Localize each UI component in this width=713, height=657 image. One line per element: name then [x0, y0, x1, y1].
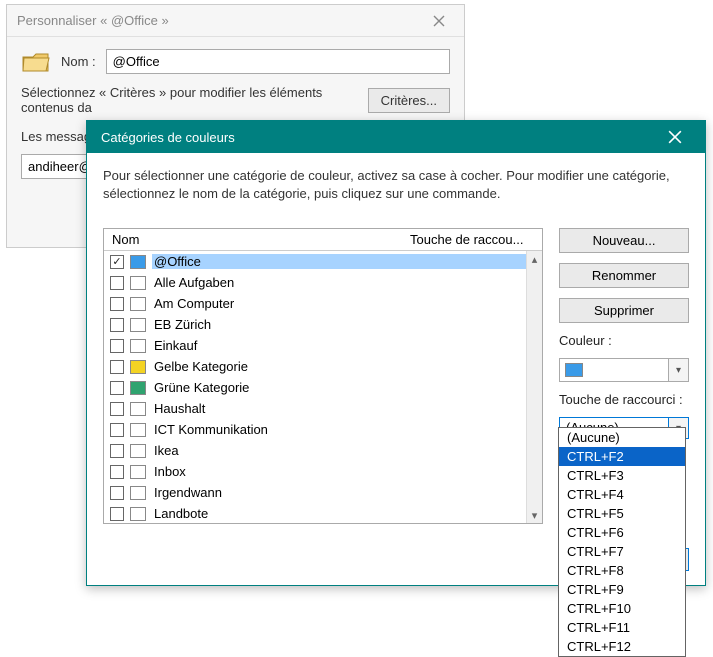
dropdown-option[interactable]: CTRL+F10: [559, 599, 685, 618]
category-name: Gelbe Kategorie: [152, 359, 536, 374]
list-header: Nom Touche de raccou...: [104, 229, 542, 251]
col-shortcut[interactable]: Touche de raccou...: [402, 229, 542, 250]
checkbox[interactable]: [110, 402, 124, 416]
list-item[interactable]: ICT Kommunikation: [104, 419, 542, 440]
dropdown-option[interactable]: CTRL+F7: [559, 542, 685, 561]
col-name[interactable]: Nom: [104, 229, 402, 250]
shortcut-dropdown-list[interactable]: (Aucune)CTRL+F2CTRL+F3CTRL+F4CTRL+F5CTRL…: [558, 427, 686, 657]
checkbox[interactable]: [110, 444, 124, 458]
category-name: Landbote: [152, 506, 536, 521]
category-name: Inbox: [152, 464, 536, 479]
list-item[interactable]: Ikea: [104, 440, 542, 461]
checkbox[interactable]: [110, 297, 124, 311]
list-item[interactable]: ✓ @Office: [104, 251, 542, 272]
chevron-down-icon: ▾: [668, 359, 688, 381]
color-swatch: [130, 297, 146, 311]
category-name: Grüne Kategorie: [152, 380, 536, 395]
criteria-button[interactable]: Critères...: [368, 88, 450, 113]
dropdown-option[interactable]: CTRL+F5: [559, 504, 685, 523]
scroll-up-icon[interactable]: ▴: [527, 251, 542, 267]
checkbox[interactable]: [110, 381, 124, 395]
color-swatch: [130, 486, 146, 500]
checkbox[interactable]: ✓: [110, 255, 124, 269]
list-item[interactable]: Alle Aufgaben: [104, 272, 542, 293]
category-name: Haushalt: [152, 401, 536, 416]
category-listbox: Nom Touche de raccou... ✓ @Office Alle Auf…: [103, 228, 543, 524]
color-swatch: [130, 276, 146, 290]
color-swatch: [130, 339, 146, 353]
category-name: ICT Kommunikation: [152, 422, 536, 437]
new-button[interactable]: Nouveau...: [559, 228, 689, 253]
color-swatch: [565, 363, 583, 377]
color-dropdown[interactable]: ▾: [559, 358, 689, 382]
dropdown-option[interactable]: CTRL+F6: [559, 523, 685, 542]
category-name: Irgendwann: [152, 485, 536, 500]
folder-icon: [21, 47, 51, 75]
color-swatch: [130, 255, 146, 269]
category-name: Am Computer: [152, 296, 536, 311]
color-swatch: [130, 465, 146, 479]
list-item[interactable]: Haushalt: [104, 398, 542, 419]
color-swatch: [130, 360, 146, 374]
close-icon[interactable]: [655, 123, 695, 151]
list-item[interactable]: Irgendwann: [104, 482, 542, 503]
dropdown-option[interactable]: (Aucune): [559, 428, 685, 447]
list-item[interactable]: Einkauf: [104, 335, 542, 356]
customize-titlebar: Personnaliser « @Office »: [7, 5, 464, 37]
scroll-down-icon[interactable]: ▾: [527, 507, 542, 523]
dropdown-option[interactable]: CTRL+F4: [559, 485, 685, 504]
color-swatch: [130, 423, 146, 437]
dialog-titlebar: Catégories de couleurs: [87, 121, 705, 153]
checkbox[interactable]: [110, 360, 124, 374]
checkbox[interactable]: [110, 318, 124, 332]
shortcut-label: Touche de raccourci :: [559, 392, 689, 407]
category-name: Einkauf: [152, 338, 536, 353]
messages-label: Les messag: [21, 129, 91, 144]
category-name: Ikea: [152, 443, 536, 458]
list-item[interactable]: Grüne Kategorie: [104, 377, 542, 398]
dropdown-option[interactable]: CTRL+F9: [559, 580, 685, 599]
checkbox[interactable]: [110, 339, 124, 353]
customize-title: Personnaliser « @Office »: [17, 13, 169, 28]
close-icon[interactable]: [424, 10, 454, 32]
list-item[interactable]: Am Computer: [104, 293, 542, 314]
dropdown-option[interactable]: CTRL+F8: [559, 561, 685, 580]
dialog-title: Catégories de couleurs: [101, 130, 235, 145]
category-name: Alle Aufgaben: [152, 275, 536, 290]
name-label: Nom :: [61, 54, 96, 69]
criteria-desc: Sélectionnez « Critères » pour modifier …: [21, 85, 358, 115]
scrollbar-vertical[interactable]: ▴ ▾: [526, 251, 542, 523]
color-label: Couleur :: [559, 333, 689, 348]
list-item[interactable]: EB Zürich: [104, 314, 542, 335]
dropdown-option[interactable]: CTRL+F3: [559, 466, 685, 485]
dropdown-option[interactable]: CTRL+F11: [559, 618, 685, 637]
rename-button[interactable]: Renommer: [559, 263, 689, 288]
color-swatch: [130, 381, 146, 395]
color-swatch: [130, 507, 146, 521]
list-item[interactable]: Landbote: [104, 503, 542, 523]
list-item[interactable]: Inbox: [104, 461, 542, 482]
checkbox[interactable]: [110, 276, 124, 290]
color-swatch: [130, 402, 146, 416]
list-rows: ✓ @Office Alle Aufgaben Am Computer EB Züric…: [104, 251, 542, 523]
color-swatch: [130, 444, 146, 458]
dropdown-option[interactable]: CTRL+F12: [559, 637, 685, 656]
checkbox[interactable]: [110, 507, 124, 521]
checkbox[interactable]: [110, 486, 124, 500]
category-name: @Office: [152, 254, 536, 269]
color-swatch: [130, 318, 146, 332]
list-item[interactable]: Gelbe Kategorie: [104, 356, 542, 377]
category-name: EB Zürich: [152, 317, 536, 332]
delete-button[interactable]: Supprimer: [559, 298, 689, 323]
dropdown-option[interactable]: CTRL+F2: [559, 447, 685, 466]
name-field[interactable]: [106, 49, 450, 74]
checkbox[interactable]: [110, 423, 124, 437]
dialog-desc: Pour sélectionner une catégorie de coule…: [103, 167, 689, 202]
checkbox[interactable]: [110, 465, 124, 479]
